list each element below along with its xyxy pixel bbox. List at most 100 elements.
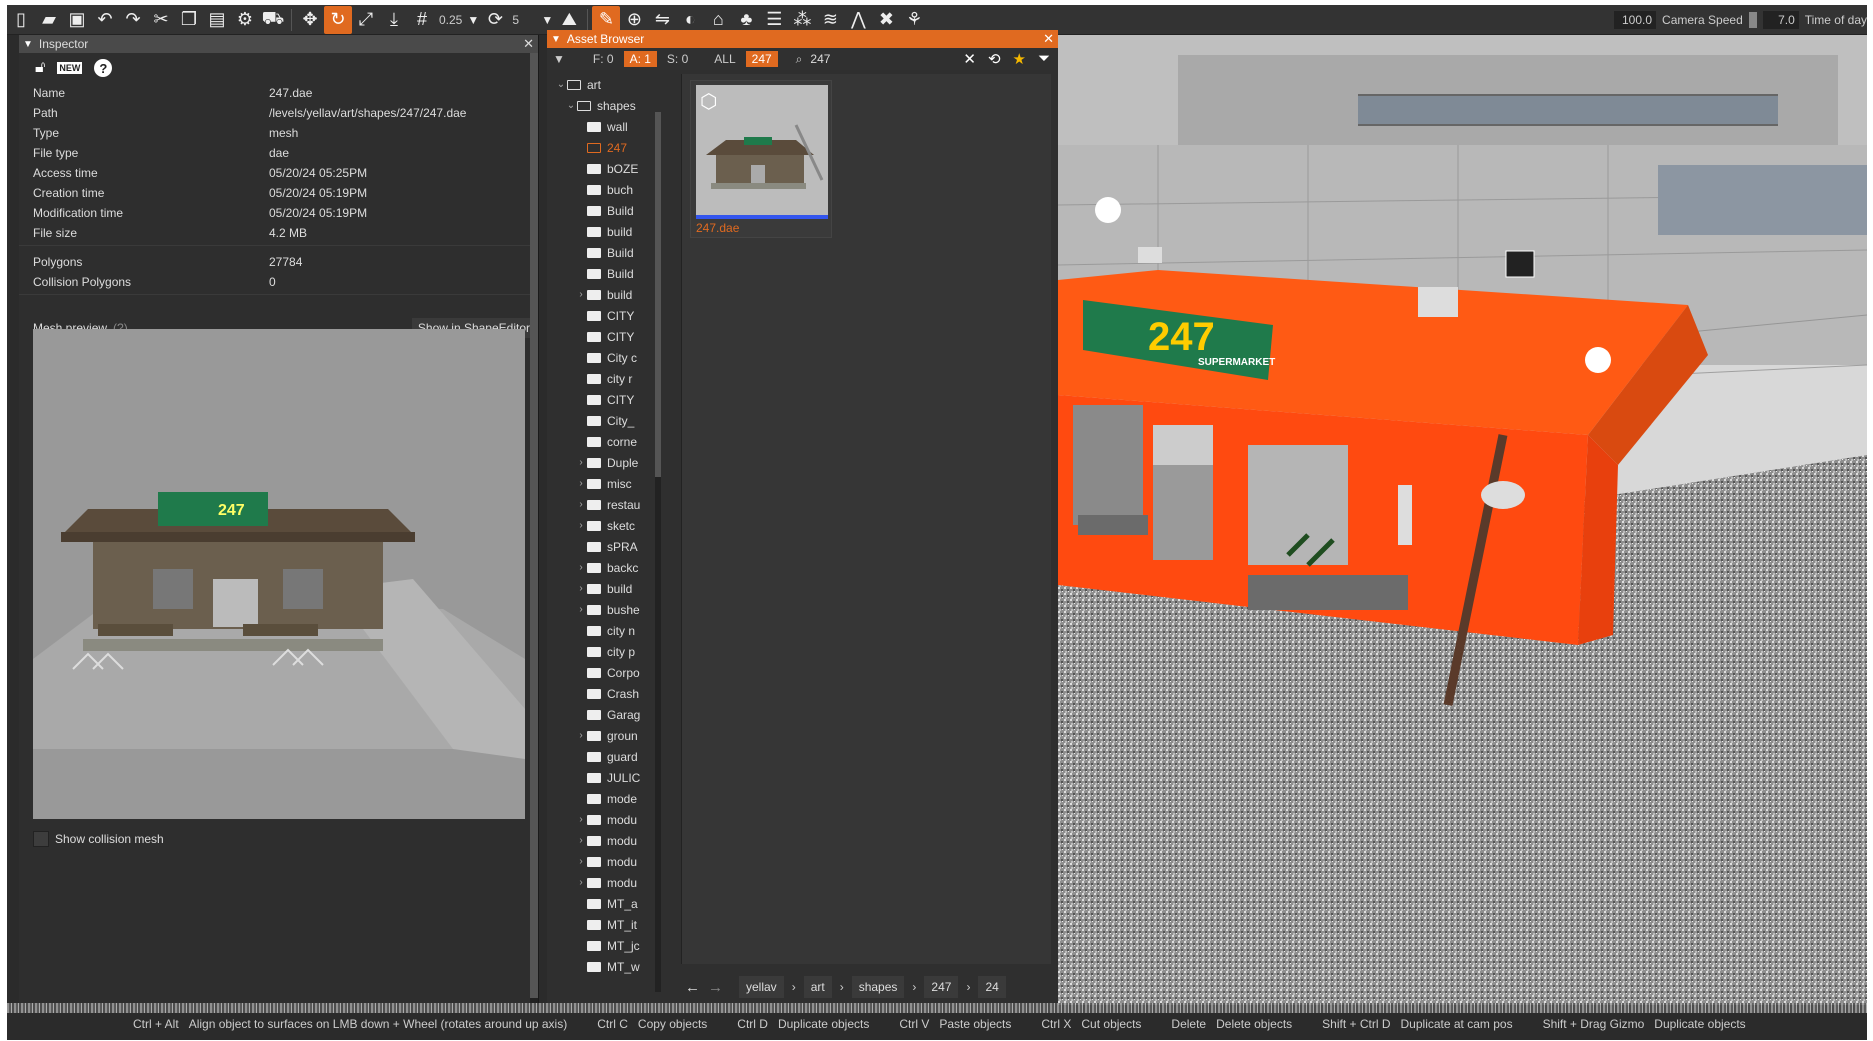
lock-icon[interactable]: 🔓︎ bbox=[35, 59, 45, 77]
open-folder-icon[interactable]: ▰ bbox=[35, 6, 63, 34]
breadcrumb-segment[interactable]: art bbox=[803, 976, 832, 998]
asset-tile[interactable]: ⬡ 247.dae bbox=[690, 80, 832, 238]
filter-a-button[interactable]: A: 1 bbox=[623, 51, 657, 67]
clear-search-icon[interactable]: ✕ bbox=[963, 50, 976, 68]
tree-folder-item[interactable]: City c bbox=[555, 347, 651, 368]
grid-snap-value[interactable]: 0.25 bbox=[436, 13, 465, 27]
filter-funnel-icon[interactable]: ▼ bbox=[553, 52, 565, 66]
tree-folder-item[interactable]: ⌄ art bbox=[555, 74, 651, 95]
tree-folder-item[interactable]: CITY bbox=[555, 305, 651, 326]
camera-speed-slider[interactable] bbox=[1748, 12, 1757, 28]
tree-folder-item[interactable]: city p bbox=[555, 641, 651, 662]
save-icon[interactable]: ▣ bbox=[63, 6, 91, 34]
scrollbar-thumb[interactable] bbox=[655, 112, 661, 477]
tree-folder-item[interactable]: Build bbox=[555, 263, 651, 284]
scene-viewport[interactable]: 247 SUPERMARKET bbox=[1058, 35, 1867, 1005]
tree-folder-item[interactable]: › modu bbox=[555, 809, 651, 830]
camera-speed-input[interactable]: 100.0 bbox=[1614, 11, 1657, 29]
scrollbar-thumb[interactable] bbox=[530, 53, 538, 998]
expand-chevron-icon[interactable]: › bbox=[575, 877, 587, 888]
tree-folder-item[interactable]: Build bbox=[555, 200, 651, 221]
back-arrow-icon[interactable]: ← bbox=[685, 979, 700, 996]
tree-folder-item[interactable]: mode bbox=[555, 788, 651, 809]
breadcrumb-segment[interactable]: yellav bbox=[739, 976, 784, 998]
tree-folder-item[interactable]: City_ bbox=[555, 410, 651, 431]
tree-folder-item[interactable]: › Duple bbox=[555, 452, 651, 473]
inspector-scrollbar[interactable] bbox=[530, 53, 538, 1005]
redo-icon[interactable]: ↷ bbox=[119, 6, 147, 34]
tree-scrollbar[interactable] bbox=[655, 112, 661, 992]
filter-funnel-icon[interactable]: ⏷ bbox=[1038, 50, 1050, 68]
new-icon[interactable]: NEW bbox=[57, 62, 83, 74]
tree-folder-item[interactable]: › modu bbox=[555, 851, 651, 872]
expand-chevron-icon[interactable]: › bbox=[575, 604, 587, 615]
undo-icon[interactable]: ↶ bbox=[91, 6, 119, 34]
expand-chevron-icon[interactable]: › bbox=[575, 814, 587, 825]
filter-f-button[interactable]: F: 0 bbox=[587, 51, 620, 67]
tree-folder-item[interactable]: sPRA bbox=[555, 536, 651, 557]
tree-folder-item[interactable]: Corpo bbox=[555, 662, 651, 683]
tree-folder-item[interactable]: MT_a bbox=[555, 893, 651, 914]
asset-browser-header[interactable]: ▼ Asset Browser ✕ bbox=[547, 30, 1058, 48]
dropdown-arrow-icon[interactable]: ▼ bbox=[465, 6, 481, 34]
scale-gizmo-icon[interactable]: ⤢ bbox=[352, 6, 380, 34]
expand-chevron-icon[interactable]: › bbox=[575, 730, 587, 741]
tree-folder-item[interactable]: Build bbox=[555, 242, 651, 263]
expand-chevron-icon[interactable]: › bbox=[575, 520, 587, 531]
breadcrumb-segment[interactable]: 247 bbox=[924, 976, 959, 998]
rotate-snap-value[interactable]: 5 bbox=[509, 13, 539, 27]
breadcrumb-segment[interactable]: 24 bbox=[978, 976, 1006, 998]
tree-folder-item[interactable]: CITY bbox=[555, 326, 651, 347]
tree-folder-item[interactable]: JULIC bbox=[555, 767, 651, 788]
rotate-gizmo-icon[interactable]: ↻ bbox=[324, 5, 352, 34]
history-icon[interactable]: ⟲ bbox=[988, 50, 1001, 68]
expand-chevron-icon[interactable]: › bbox=[575, 457, 587, 468]
collision-checkbox[interactable] bbox=[33, 831, 49, 847]
breadcrumb-segment[interactable]: shapes bbox=[851, 976, 905, 998]
inspector-header[interactable]: ▼ Inspector ✕ bbox=[19, 35, 538, 53]
tree-folder-item[interactable]: › build bbox=[555, 578, 651, 599]
tree-folder-item[interactable]: 247 bbox=[555, 137, 651, 158]
tree-folder-item[interactable]: › bushe bbox=[555, 599, 651, 620]
search-input[interactable]: 247 bbox=[810, 52, 910, 66]
settings-gear-icon[interactable]: ⚙ bbox=[231, 6, 259, 34]
tree-folder-item[interactable]: › sketc bbox=[555, 515, 651, 536]
expand-chevron-icon[interactable]: › bbox=[575, 856, 587, 867]
expand-chevron-icon[interactable]: › bbox=[575, 289, 587, 300]
forward-arrow-icon[interactable]: → bbox=[708, 979, 723, 996]
collapse-caret-icon[interactable]: ▼ bbox=[23, 39, 33, 50]
help-icon[interactable]: ? bbox=[94, 59, 113, 77]
tree-folder-item[interactable]: wall bbox=[555, 116, 651, 137]
expand-chevron-icon[interactable]: ⌄ bbox=[555, 79, 567, 90]
tree-folder-item[interactable]: bOZE bbox=[555, 158, 651, 179]
close-icon[interactable]: ✕ bbox=[1043, 31, 1054, 47]
tree-folder-item[interactable]: › backc bbox=[555, 557, 651, 578]
time-of-day-input[interactable]: 7.0 bbox=[1762, 11, 1799, 29]
tree-folder-item[interactable]: city n bbox=[555, 620, 651, 641]
copy-icon[interactable]: ❐ bbox=[175, 6, 203, 34]
expand-chevron-icon[interactable]: › bbox=[575, 583, 587, 594]
expand-chevron-icon[interactable]: › bbox=[575, 562, 587, 573]
tree-folder-item[interactable]: guard bbox=[555, 746, 651, 767]
tree-folder-item[interactable]: MT_it bbox=[555, 914, 651, 935]
move-gizmo-icon[interactable]: ✥ bbox=[296, 6, 324, 34]
tree-folder-item[interactable]: › misc bbox=[555, 473, 651, 494]
tree-folder-item[interactable]: Garag bbox=[555, 704, 651, 725]
close-icon[interactable]: ✕ bbox=[523, 36, 534, 52]
favorites-star-icon[interactable]: ★ bbox=[1013, 50, 1026, 68]
collapse-caret-icon[interactable]: ▼ bbox=[551, 34, 561, 45]
cut-icon[interactable]: ✂ bbox=[147, 6, 175, 34]
tree-folder-item[interactable]: › modu bbox=[555, 872, 651, 893]
mesh-preview-viewport[interactable]: 247 bbox=[33, 329, 525, 819]
tree-folder-item[interactable]: › groun bbox=[555, 725, 651, 746]
grid-snap-icon[interactable]: # bbox=[408, 6, 436, 34]
tree-folder-item[interactable]: corne bbox=[555, 431, 651, 452]
tree-folder-item[interactable]: › restau bbox=[555, 494, 651, 515]
tree-folder-item[interactable]: ⌄ shapes bbox=[555, 95, 651, 116]
vehicle-icon[interactable]: ⛟ bbox=[259, 6, 287, 34]
tree-folder-item[interactable]: MT_jc bbox=[555, 935, 651, 956]
new-file-icon[interactable]: ▯ bbox=[7, 6, 35, 34]
tree-folder-item[interactable]: city r bbox=[555, 368, 651, 389]
paste-icon[interactable]: ▤ bbox=[203, 6, 231, 34]
filter-s-button[interactable]: S: 0 bbox=[661, 51, 694, 67]
